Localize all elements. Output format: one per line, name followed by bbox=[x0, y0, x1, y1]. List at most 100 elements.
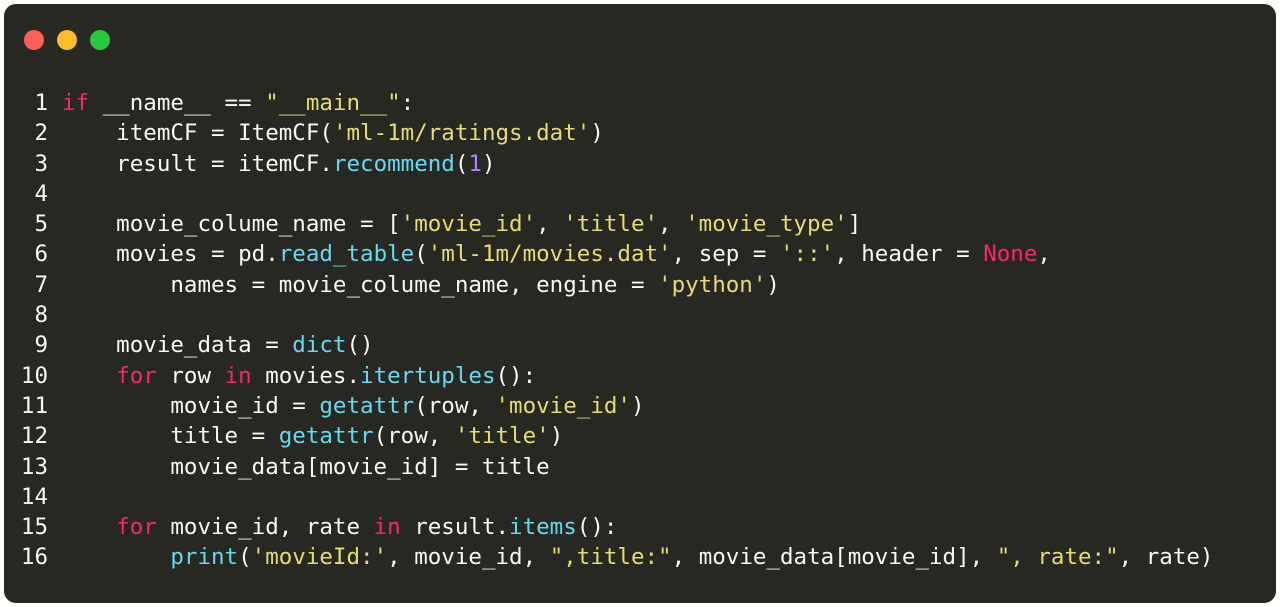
code-line: 16 print('movieId:', movie_id, ",title:"… bbox=[4, 542, 1214, 572]
code-token: : bbox=[400, 90, 415, 116]
code-token: () bbox=[346, 332, 374, 359]
code-token: 'ml-1m/movies.dat' bbox=[427, 241, 672, 268]
code-line: 7 names = movie_colume_name, engine = 'p… bbox=[4, 270, 1213, 300]
line-number: 11 bbox=[20, 392, 48, 419]
line-number: 2 bbox=[34, 120, 48, 147]
code-token: title = bbox=[62, 423, 279, 450]
line-source: result = itemCF.recommend(1) bbox=[62, 149, 495, 179]
code-token: , movie_id, bbox=[387, 544, 550, 571]
line-source: movie_data = dict() bbox=[62, 330, 374, 360]
code-line: 5 movie_colume_name = ['movie_id', 'titl… bbox=[4, 209, 1213, 239]
code-token: ",title:" bbox=[549, 544, 672, 571]
code-line: 4 bbox=[4, 179, 1213, 209]
line-source: if __name__ == "__main__": bbox=[62, 88, 414, 118]
code-token: (row, bbox=[373, 423, 455, 450]
code-window: 1 if __name__ == "__main__": 2 itemCF = It… bbox=[4, 4, 1276, 603]
code-token: result = itemCF. bbox=[62, 150, 333, 177]
code-line: 15 for movie_id, rate in result.items(): bbox=[4, 512, 1213, 542]
code-token: , sep = bbox=[671, 241, 780, 268]
code-token: , bbox=[658, 211, 686, 238]
maximize-button[interactable] bbox=[90, 30, 110, 50]
line-number: 9 bbox=[34, 332, 48, 359]
code-token: movie_id = bbox=[62, 392, 320, 419]
code-line: 13 movie_data[movie_id] = title bbox=[4, 452, 1213, 482]
window-controls bbox=[24, 30, 110, 50]
code-token: movies. bbox=[251, 362, 361, 389]
line-source: names = movie_colume_name, engine = 'pyt… bbox=[62, 270, 780, 300]
line-source: movie_colume_name = ['movie_id', 'title'… bbox=[62, 209, 861, 239]
code-token: , bbox=[1037, 241, 1051, 268]
code-token: dict bbox=[292, 332, 347, 359]
code-line: 10 for row in movies.itertuples(): bbox=[4, 361, 1213, 391]
code-token: ) bbox=[590, 120, 604, 147]
code-token: itemCF = ItemCF( bbox=[62, 120, 333, 147]
line-number: 10 bbox=[20, 362, 48, 389]
code-token: 'title' bbox=[454, 423, 550, 450]
code-token: , header = bbox=[834, 241, 984, 268]
line-number: 3 bbox=[34, 150, 48, 177]
code-line: 9 movie_data = dict() bbox=[4, 330, 1213, 360]
code-token: 'title' bbox=[563, 211, 659, 238]
code-token: None bbox=[983, 241, 1038, 268]
code-line: 11 movie_id = getattr(row, 'movie_id') bbox=[4, 391, 1213, 421]
code-token: ( bbox=[238, 544, 252, 571]
code-token: getattr bbox=[278, 423, 374, 450]
code-token: 'ml-1m/ratings.dat' bbox=[332, 120, 591, 147]
code-token: 1 bbox=[468, 150, 482, 177]
code-token: ( bbox=[454, 150, 469, 177]
line-number: 15 bbox=[20, 514, 48, 541]
minimize-button[interactable] bbox=[57, 30, 77, 50]
code-line: 12 title = getattr(row, 'title') bbox=[4, 421, 1213, 451]
code-block: 1 if __name__ == "__main__": 2 itemCF = It… bbox=[4, 88, 1214, 573]
code-token: ", rate:" bbox=[996, 544, 1119, 571]
code-token: 'movie_id' bbox=[400, 211, 537, 238]
line-number: 14 bbox=[20, 483, 48, 510]
code-token: names = movie_colume_name, engine = bbox=[62, 271, 659, 298]
close-button[interactable] bbox=[24, 30, 44, 50]
code-token: , movie_data[movie_id], bbox=[671, 544, 997, 571]
line-number: 13 bbox=[20, 453, 48, 480]
code-token: items bbox=[509, 514, 577, 541]
code-token: ) bbox=[630, 392, 645, 419]
code-token: movie_data[movie_id] = title bbox=[62, 453, 550, 480]
line-number: 4 bbox=[34, 180, 48, 207]
code-token: __name__ == bbox=[89, 90, 266, 116]
line-source: movies = pd.read_table('ml-1m/movies.dat… bbox=[62, 239, 1051, 269]
code-token: 'movie_id' bbox=[495, 392, 631, 419]
code-token: movie_colume_name = [ bbox=[62, 211, 401, 238]
line-source: title = getattr(row, 'title') bbox=[62, 421, 563, 451]
code-token: (): bbox=[576, 514, 618, 541]
code-token: ] bbox=[847, 211, 862, 238]
line-number: 16 bbox=[20, 544, 48, 571]
code-token: ) bbox=[766, 271, 780, 298]
code-token: , rate) bbox=[1118, 544, 1214, 571]
code-token: for bbox=[116, 514, 157, 541]
code-line: 6 movies = pd.read_table('ml-1m/movies.d… bbox=[4, 239, 1213, 269]
code-token: (): bbox=[495, 362, 537, 389]
code-token: if bbox=[62, 90, 90, 116]
line-source: movie_data[movie_id] = title bbox=[62, 452, 550, 482]
code-token: itertuples bbox=[360, 362, 496, 389]
code-token: in bbox=[224, 362, 252, 389]
line-number: 8 bbox=[34, 302, 48, 329]
code-token: '::' bbox=[779, 241, 835, 268]
code-token: ) bbox=[549, 423, 564, 450]
code-line: 8 bbox=[4, 300, 1213, 330]
code-token: , bbox=[536, 211, 564, 238]
code-token: result. bbox=[400, 514, 510, 541]
code-line: 3 result = itemCF.recommend(1) bbox=[4, 149, 1213, 179]
code-token: movies = pd. bbox=[62, 241, 279, 268]
code-token: 'movie_type' bbox=[685, 211, 848, 238]
line-number: 5 bbox=[34, 211, 48, 238]
code-token: for bbox=[116, 362, 157, 389]
code-token: 'python' bbox=[658, 271, 767, 298]
code-token: recommend bbox=[332, 150, 455, 177]
code-token: row bbox=[156, 362, 225, 389]
line-source: print('movieId:', movie_id, ",title:", m… bbox=[62, 542, 1213, 572]
line-number: 1 bbox=[34, 90, 48, 116]
code-line: 1 if __name__ == "__main__": bbox=[4, 88, 1213, 118]
code-token: (row, bbox=[414, 392, 496, 419]
